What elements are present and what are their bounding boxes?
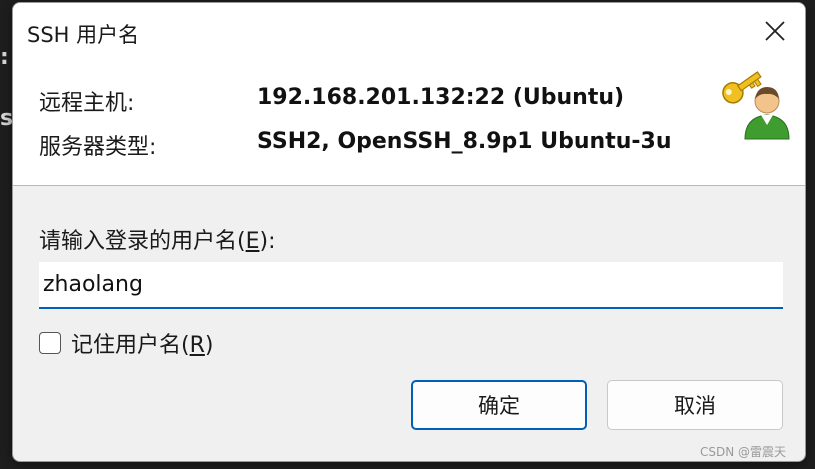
remember-hotkey: R (189, 333, 205, 358)
server-type-value: SSH2, OpenSSH_8.9p1 Ubuntu-3u (257, 129, 672, 154)
dialog-title: SSH 用户名 (27, 23, 140, 47)
checkbox-box[interactable] (39, 332, 61, 354)
prompt-hotkey: E (245, 229, 260, 254)
remember-username-label: 记住用户名(R) (71, 333, 214, 358)
host-info-panel: 远程主机: 192.168.201.132:22 (Ubuntu) 服务器类型:… (13, 59, 805, 186)
ssh-username-dialog: SSH 用户名 远程主机: 192.168.201.132:22 (Ubuntu… (12, 2, 806, 462)
ok-button[interactable]: 确定 (411, 380, 587, 430)
close-icon (765, 21, 785, 41)
username-input[interactable] (39, 262, 783, 309)
host-label: 远程主机: (39, 91, 135, 116)
host-value: 192.168.201.132:22 (Ubuntu) (257, 85, 625, 110)
server-type-label: 服务器类型: (39, 135, 157, 160)
remember-username-checkbox[interactable]: 记住用户名(R) (39, 327, 213, 359)
watermark-text: CSDN @雷震天 (700, 445, 787, 459)
title-bar: SSH 用户名 (13, 3, 805, 59)
key-user-icon (722, 71, 790, 140)
background-terminal-fragment: : (0, 45, 9, 70)
username-prompt-label: 请输入登录的用户名(E): (39, 229, 276, 254)
cancel-button[interactable]: 取消 (607, 380, 783, 430)
close-button[interactable] (755, 11, 795, 51)
